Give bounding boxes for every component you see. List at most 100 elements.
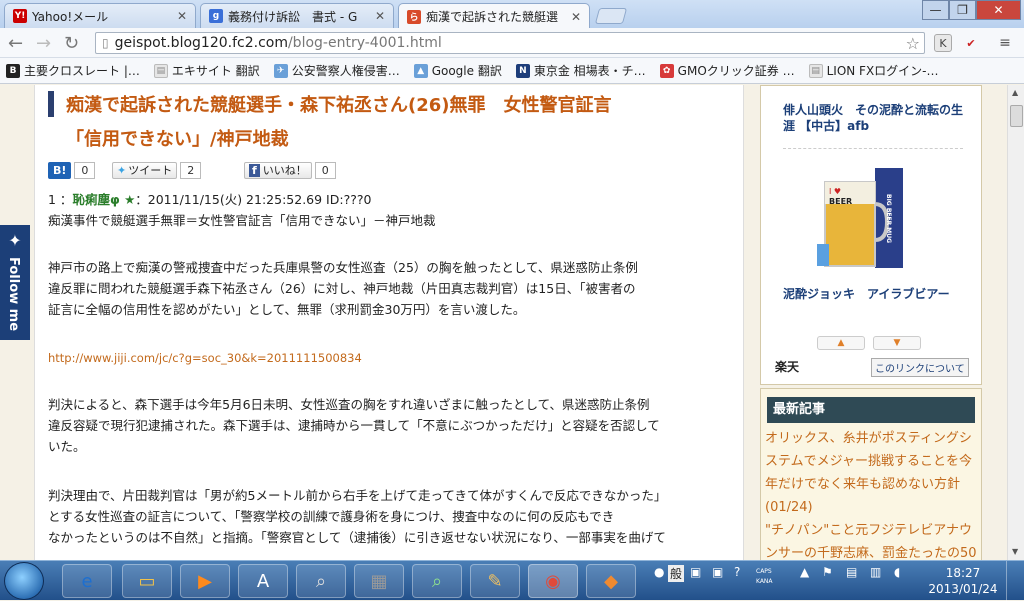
title-line-1: 痴漢で起訴された競艇選手・森下祐丞さん(26)無罪 女性警官証言 — [66, 95, 612, 116]
article-title[interactable]: 痴漢で起訴された競艇選手・森下祐丞さん(26)無罪 女性警官証言 「信用できない… — [48, 89, 728, 157]
car-icon: ▲ — [413, 63, 428, 78]
product-link-1[interactable]: 俳人山頭火 その泥酔と流転の生涯 【中古】afb — [783, 102, 963, 134]
yahoo-icon: Y! — [13, 9, 27, 23]
eraser-icon[interactable]: ◆ — [586, 564, 636, 598]
bookmark-label: 主要クロスレート |… — [24, 64, 140, 78]
close-icon[interactable]: ✕ — [177, 9, 187, 23]
title-line-2: 「信用できない」/神戸地裁 — [66, 129, 289, 150]
paint-icon[interactable]: ✎ — [470, 564, 520, 598]
tab-article[interactable]: ら 痴漢で起訴された競艇選 ✕ — [398, 3, 590, 29]
bookmark-crossrate[interactable]: B 主要クロスレート |… — [6, 62, 140, 79]
tweet-label: ツイート — [128, 164, 173, 177]
flag-icon[interactable]: ⚑ — [822, 565, 833, 579]
source-link[interactable]: http://www.jiji.com/jc/c?g=soc_30&k=2011… — [48, 348, 708, 369]
google-icon: g — [209, 9, 223, 23]
bookmark-label: 東京金 相場表・チ… — [533, 64, 646, 78]
extension-bookmark-icon[interactable]: ✔ — [962, 34, 980, 52]
tray-red-icon[interactable]: ● — [654, 565, 664, 579]
rakuten-logo[interactable]: 楽天 — [775, 358, 799, 375]
tray-brush-icon[interactable]: ▣ — [712, 565, 723, 579]
post-meta: 1 ：恥痢塵φ ★：2011/11/15(火) 21:25:52.69 ID:?… — [48, 189, 708, 210]
product-link-2[interactable]: 泥酔ジョッキ アイラブビアー — [783, 286, 963, 302]
bookmark-star-icon[interactable]: ☆ — [906, 34, 920, 53]
taskbar: e ▭ ▶ A ⌕ ▦ ⌕ ✎ ◉ ◆ ● 般 ▣ ▣ ? CAPS KANA … — [0, 560, 1024, 601]
para-line: 違反罪に問われた競艇選手森下祐丞さん（26）に対し、神戸地裁（片田真志裁判官）は… — [48, 281, 636, 296]
scroll-down-icon[interactable]: ▼ — [1012, 547, 1018, 556]
address-bar[interactable]: ▯ geispot.blog120.fc2.com/blog-entry-400… — [95, 32, 925, 54]
next-arrow-button[interactable]: ▼ — [873, 336, 921, 350]
bookmark-gmo[interactable]: ✿ GMOクリック証券 … — [659, 62, 795, 79]
ime-indicator[interactable]: 般 — [668, 565, 685, 582]
bookmark-lion-fx[interactable]: ▤ LION FXログイン-… — [808, 62, 939, 79]
search-green-icon[interactable]: ⌕ — [412, 564, 462, 598]
tweet-count: 2 — [180, 161, 202, 179]
prev-arrow-button[interactable]: ▲ — [817, 336, 865, 350]
maximize-button[interactable]: ❐ — [949, 0, 976, 20]
hatena-bookmark-button[interactable]: B! 0 — [48, 161, 96, 179]
reload-icon[interactable]: ↻ — [64, 33, 79, 54]
blog-icon: ら — [407, 9, 421, 24]
vertical-scrollbar[interactable]: ▲ ▼ — [1007, 85, 1024, 560]
scroll-up-icon[interactable]: ▲ — [1012, 88, 1018, 97]
back-icon[interactable]: ← — [8, 33, 23, 54]
facebook-icon: f — [249, 163, 260, 177]
divider — [783, 148, 963, 149]
clock[interactable]: 18:27 2013/01/24 — [928, 565, 998, 597]
hatena-count: 0 — [74, 161, 96, 179]
news-item-2[interactable]: "チノパン"こと元フジテレビアナウンサーの千野志麻、罰金たったの50 — [765, 519, 977, 560]
menu-icon[interactable]: ≡ — [996, 34, 1014, 52]
file-explorer-icon[interactable]: ▭ — [122, 564, 172, 598]
kana-label: KANA — [756, 578, 773, 585]
tab-yahoo-mail[interactable]: Y! Yahoo!メール ✕ — [4, 3, 196, 28]
document-icon[interactable]: A — [238, 564, 288, 598]
scroll-thumb[interactable] — [1010, 105, 1023, 127]
beer-mug-image[interactable]: I ♥ BEER BIG BEER MUG — [817, 164, 917, 274]
bookmark-police[interactable]: ✈ 公安警察人権侵害… — [273, 62, 400, 79]
media-player-icon[interactable]: ▶ — [180, 564, 230, 598]
volume-icon[interactable]: ◖ — [894, 565, 900, 579]
search-app-icon[interactable]: ⌕ — [296, 564, 346, 598]
close-icon[interactable]: ✕ — [375, 9, 385, 23]
flower-icon: ✿ — [659, 63, 674, 78]
latest-posts-header: 最新記事 — [767, 397, 975, 423]
clock-time: 18:27 — [945, 566, 981, 580]
internet-explorer-icon[interactable]: e — [62, 564, 112, 598]
page-content: ✦ Follow me 痴漢で起訴された競艇選手・森下祐丞さん(26)無罪 女性… — [0, 85, 1024, 560]
minimize-button[interactable]: — — [922, 0, 949, 20]
poster-name: 恥痢塵φ ★ — [72, 192, 136, 207]
help-icon[interactable]: ? — [734, 565, 740, 579]
news-item-1[interactable]: オリックス、糸井がポスティングシステムでメジャー挑戦することを今年だけでなく来年… — [765, 427, 977, 519]
follow-me-button[interactable]: ✦ Follow me — [0, 225, 30, 340]
page-icon: ▯ — [102, 36, 109, 50]
show-desktop-button[interactable] — [1006, 561, 1024, 601]
bookmark-label: エキサイト 翻訳 — [171, 64, 260, 78]
hatena-label: B! — [48, 161, 72, 179]
wall-icon[interactable]: ▦ — [354, 564, 404, 598]
bookmark-google-translate[interactable]: ▲ Google 翻訳 — [413, 62, 502, 79]
caps-label: CAPS — [756, 568, 772, 575]
like-button[interactable]: f いいね！ 0 — [244, 161, 336, 179]
about-link-button[interactable]: このリンクについて — [871, 358, 969, 377]
tab-title: 痴漢で起訴された競艇選 — [426, 10, 559, 24]
device-icon[interactable]: ▤ — [846, 565, 857, 579]
close-window-button[interactable]: ✕ — [976, 0, 1021, 20]
post-date: ：2011/11/15(火) 21:25:52.69 ID:???0 — [135, 192, 372, 207]
show-hidden-icons[interactable]: ▲ — [800, 565, 809, 579]
extension-k-icon[interactable]: K — [934, 34, 952, 52]
tab-google-search[interactable]: g 義務付け訴訟 書式 - G ✕ — [200, 3, 394, 28]
forward-icon[interactable]: → — [36, 33, 51, 54]
bookmark-label: Google 翻訳 — [431, 64, 502, 78]
close-icon[interactable]: ✕ — [571, 10, 581, 24]
network-icon[interactable]: ▥ — [870, 565, 881, 579]
para-line: 神戸市の路上で痴漢の警戒捜査中だった兵庫県警の女性巡査（25）の胸を触ったとして… — [48, 260, 638, 275]
chrome-icon[interactable]: ◉ — [528, 564, 578, 598]
new-tab-button[interactable] — [594, 8, 628, 24]
tray-tools-icon[interactable]: ▣ — [690, 565, 701, 579]
n-icon: N — [515, 63, 530, 78]
start-button[interactable] — [4, 562, 44, 600]
bookmark-tokyo-gold[interactable]: N 東京金 相場表・チ… — [515, 62, 646, 79]
tweet-button[interactable]: ✦ ツイート 2 — [112, 161, 202, 179]
bookmark-excite[interactable]: ▤ エキサイト 翻訳 — [153, 62, 260, 79]
bookmark-label: LION FXログイン-… — [826, 64, 939, 78]
url-host: geispot.blog120.fc2.com — [114, 35, 288, 51]
